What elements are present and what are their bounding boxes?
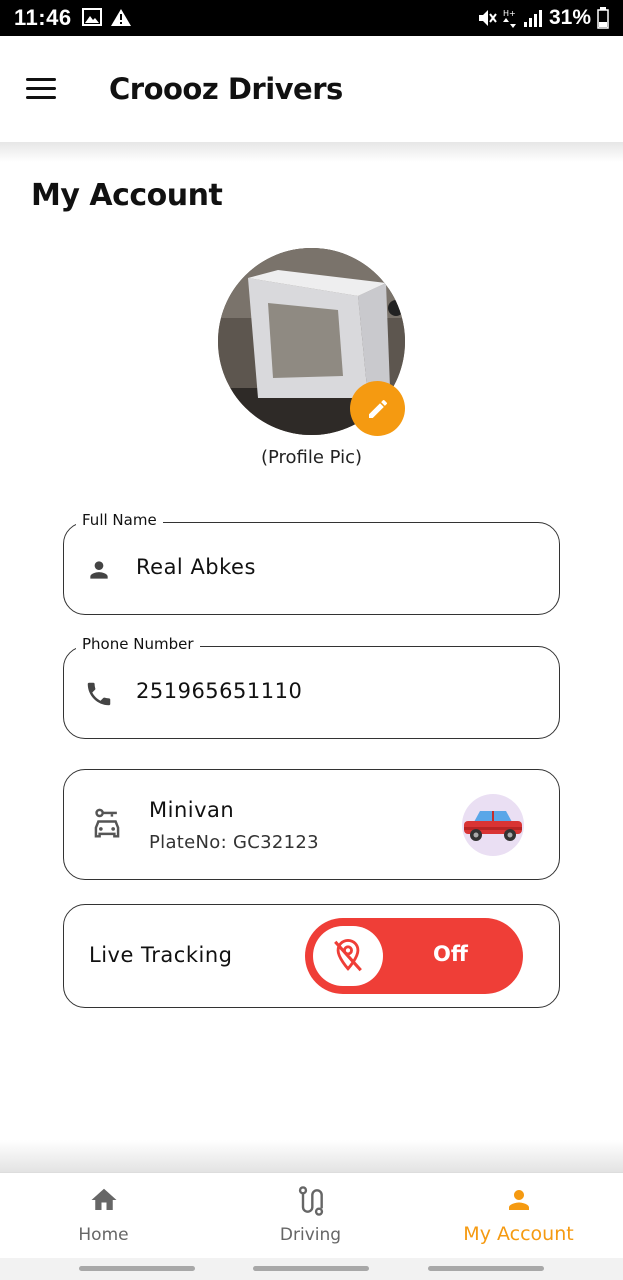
warning-icon <box>111 9 131 26</box>
status-time: 11:46 <box>14 5 72 30</box>
app-bar-shadow <box>0 142 623 162</box>
phone-number-field[interactable]: Phone Number 251965651110 <box>63 635 560 739</box>
full-name-input[interactable]: Real Abkes <box>136 555 256 579</box>
hamburger-menu-icon <box>26 78 56 81</box>
phone-number-input[interactable]: 251965651110 <box>136 679 302 703</box>
bottom-nav: Home Driving My Account <box>0 1172 623 1258</box>
nav-home[interactable]: Home <box>0 1173 207 1259</box>
pencil-icon <box>368 399 387 418</box>
nav-my-account[interactable]: My Account <box>415 1173 622 1259</box>
vehicle-plate: PlateNo: GC32123 <box>149 832 319 853</box>
signal-icon <box>523 10 542 27</box>
gesture-pill[interactable] <box>253 1266 369 1271</box>
edit-profile-pic-button[interactable] <box>350 381 405 436</box>
svg-text:H+: H+ <box>503 9 516 18</box>
live-tracking-toggle[interactable]: Off <box>305 918 523 994</box>
menu-button[interactable] <box>22 72 62 106</box>
person-icon <box>508 1190 529 1210</box>
live-tracking-label: Live Tracking <box>89 943 233 967</box>
car-key-icon <box>94 808 120 838</box>
page-title: My Account <box>31 178 223 213</box>
vehicle-name: Minivan <box>149 798 235 822</box>
nav-driving-label: Driving <box>279 1225 342 1245</box>
profile-caption: (Profile Pic) <box>260 447 363 468</box>
vehicle-card[interactable]: Minivan PlateNo: GC32123 <box>63 769 560 880</box>
phone-number-label: Phone Number <box>76 635 200 653</box>
battery-icon <box>597 7 609 29</box>
full-name-field[interactable]: Full Name Real Abkes <box>63 511 560 615</box>
nav-home-label: Home <box>78 1225 129 1245</box>
live-tracking-card: Live Tracking Off <box>63 904 560 1008</box>
system-gesture-bar <box>0 1258 623 1280</box>
status-icons: H+ 31% <box>477 6 609 30</box>
full-name-label: Full Name <box>76 511 163 529</box>
red-car-icon <box>464 811 522 841</box>
image-icon <box>82 8 102 26</box>
route-icon <box>298 1186 323 1216</box>
battery-percent: 31% <box>548 6 591 29</box>
person-icon <box>90 561 108 579</box>
data-arrows-icon: H+ <box>502 9 516 28</box>
nav-my-account-label: My Account <box>463 1223 574 1245</box>
location-off-icon <box>334 938 362 972</box>
toggle-knob <box>313 926 383 986</box>
gesture-pill[interactable] <box>428 1266 544 1271</box>
mute-icon <box>478 10 497 26</box>
nav-driving[interactable]: Driving <box>207 1173 414 1259</box>
status-bar: 11:46 H+ 31% <box>0 0 623 36</box>
home-icon <box>91 1188 116 1210</box>
app-bar: Croooz Drivers <box>0 36 623 142</box>
gesture-pill[interactable] <box>79 1266 195 1271</box>
toggle-state-text: Off <box>433 942 468 966</box>
app-title: Croooz Drivers <box>109 72 343 106</box>
phone-icon <box>87 682 111 706</box>
bottom-shadow <box>0 1140 623 1172</box>
car-badge <box>462 794 524 856</box>
